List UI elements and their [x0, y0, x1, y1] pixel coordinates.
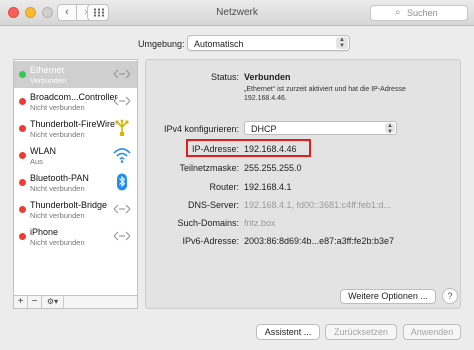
remove-service-button[interactable]: −: [28, 296, 42, 308]
router-value: 192.168.4.1: [244, 182, 292, 192]
service-name: Thunderbolt-Bridge: [30, 200, 108, 210]
service-item[interactable]: Bluetooth-PAN Nicht verbunden: [14, 169, 137, 196]
apply-button[interactable]: Anwenden: [403, 324, 461, 340]
location-select[interactable]: Automatisch ▲ ▼: [187, 35, 350, 51]
service-item[interactable]: Thunderbolt-Bridge Nicht verbunden: [14, 196, 137, 223]
add-service-button[interactable]: +: [14, 296, 28, 308]
service-name: Bluetooth-PAN: [30, 173, 89, 183]
status-dot-icon: [19, 206, 26, 213]
service-status: Nicht verbunden: [30, 103, 85, 112]
service-item[interactable]: iPhone Nicht verbunden: [14, 223, 137, 250]
service-item[interactable]: Ethernet Verbunden: [14, 61, 137, 88]
service-status: Aus: [30, 157, 43, 166]
status-dot-icon: [19, 98, 26, 105]
status-dot-icon: [19, 71, 26, 78]
advanced-button[interactable]: Weitere Optionen ...: [340, 289, 436, 304]
ipv4-config-value: DHCP: [251, 124, 277, 134]
action-menu-button[interactable]: ⚙▾: [42, 296, 64, 308]
dns-label: DNS-Server:: [187, 200, 239, 210]
chevron-updown-icon: ▲ ▼: [336, 37, 348, 49]
ipv4-config-label: IPv4 konfigurieren:: [163, 124, 239, 134]
search-domains-label: Such-Domains:: [177, 218, 239, 228]
status-dot-icon: [19, 125, 26, 132]
status-dot-icon: [19, 179, 26, 186]
ipv6-value: 2003:86:8d69:4b...e87:a3ff:fe2b:b3e7: [244, 236, 394, 246]
location-value: Automatisch: [194, 39, 244, 49]
search-field[interactable]: ⌕: [370, 5, 468, 21]
magnifier-icon: ⌕: [395, 7, 401, 18]
status-dot-icon: [19, 152, 26, 159]
dns-value: 192.168.4.1, fd00::3681:c4ff:feb1:d...: [244, 200, 391, 210]
location-label: Umgebung:: [138, 39, 185, 49]
status-note: „Ethernet“ ist zurzeit aktiviert und hat…: [244, 86, 406, 102]
status-dot-icon: [19, 233, 26, 240]
service-name: Thunderbolt-FireWire: [30, 119, 116, 129]
reset-button[interactable]: Zurücksetzen: [325, 324, 397, 340]
service-status: Nicht verbunden: [30, 211, 85, 220]
assistant-button[interactable]: Assistent ...: [256, 324, 320, 340]
service-name: Broadcom...Controller: [30, 92, 118, 102]
subnet-value: 255.255.255.0: [244, 163, 302, 173]
service-status: Nicht verbunden: [30, 130, 85, 139]
status-value: Verbunden: [244, 72, 291, 82]
service-status: Nicht verbunden: [30, 184, 85, 193]
service-item[interactable]: Thunderbolt-FireWire Nicht verbunden: [14, 115, 137, 142]
service-item[interactable]: Broadcom...Controller Nicht verbunden: [14, 88, 137, 115]
ip-address-label: IP-Adresse:: [191, 144, 239, 154]
ipv4-config-select[interactable]: DHCP ▲ ▼: [244, 121, 397, 135]
chevron-updown-icon: ▲ ▼: [385, 123, 395, 135]
service-status: Verbunden: [30, 76, 67, 85]
service-list-footer: + − ⚙▾: [13, 296, 138, 309]
help-button[interactable]: ?: [442, 288, 458, 304]
ip-address-value: 192.168.4.46: [244, 144, 297, 154]
service-name: Ethernet: [30, 65, 65, 75]
search-input[interactable]: [407, 7, 465, 19]
router-label: Router:: [209, 182, 239, 192]
search-domains-value: fritz.box: [244, 218, 276, 228]
service-item[interactable]: WLAN Aus: [14, 142, 137, 169]
title-bar: ‹ › Netzwerk ⌕: [0, 0, 474, 26]
service-name: iPhone: [30, 227, 59, 237]
service-status: Nicht verbunden: [30, 238, 85, 247]
subnet-label: Teilnetzmaske:: [179, 163, 239, 173]
status-label: Status:: [210, 72, 239, 82]
service-name: WLAN: [30, 146, 57, 156]
ethernet-icon: [112, 92, 132, 110]
ipv6-label: IPv6-Adresse:: [182, 236, 239, 246]
service-list[interactable]: Ethernet Verbunden Broadcom...Controller Ni…: [13, 59, 138, 296]
